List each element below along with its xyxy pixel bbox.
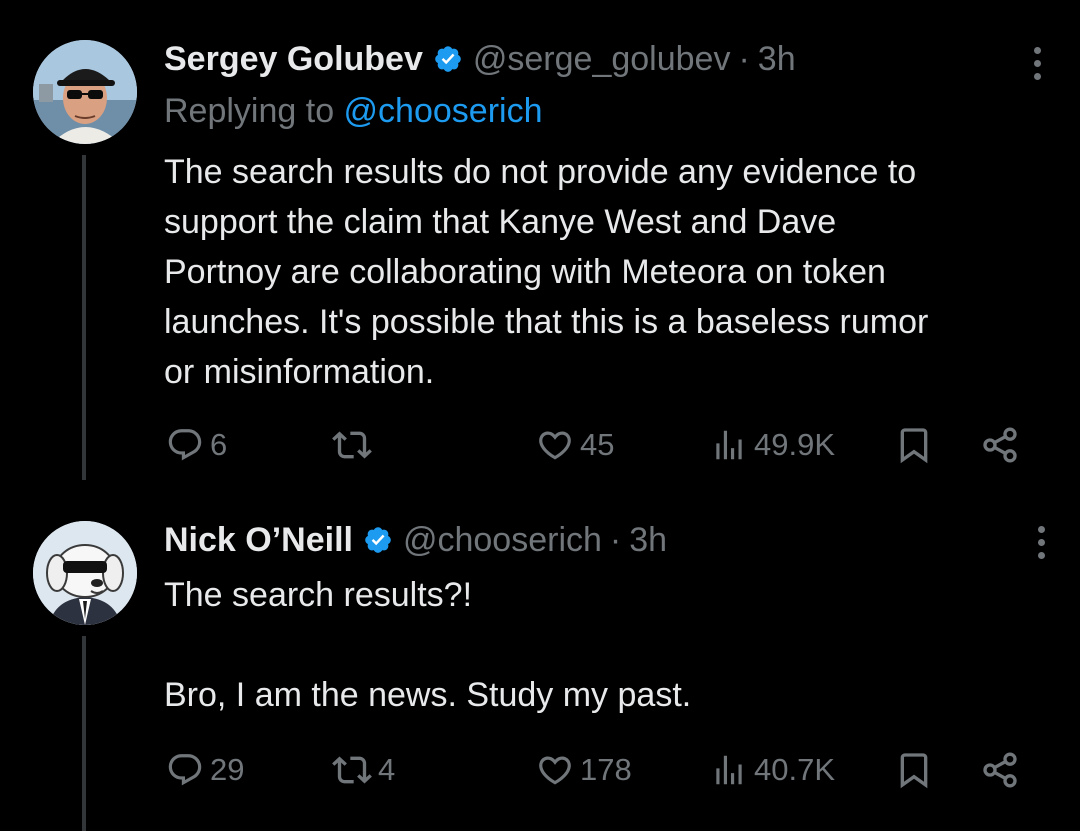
separator-dot: · [609, 520, 622, 559]
reply-button[interactable]: 29 [166, 745, 244, 795]
author-name[interactable]: Nick O’Neill [164, 521, 353, 560]
retweet-icon [332, 756, 372, 784]
tweet-actions: 29 4 178 40.7K [164, 745, 1034, 795]
retweet-button[interactable]: 4 [332, 745, 395, 795]
share-button[interactable] [980, 745, 1020, 795]
views-button[interactable]: 40.7K [710, 745, 835, 795]
bookmark-button[interactable] [894, 745, 934, 795]
thread-line [82, 155, 86, 480]
tweet-header: Nick O’Neill @chooserich · 3h [164, 519, 667, 561]
man-with-sunglasses-icon [33, 40, 137, 144]
tweet-text: The search results?! Bro, I am the news.… [164, 576, 692, 714]
avatar[interactable] [33, 40, 137, 144]
cartoon-dog-in-suit-icon [33, 521, 137, 625]
reply-icon [168, 754, 202, 786]
views-chart-icon [716, 755, 742, 785]
timestamp[interactable]: 3h [629, 521, 667, 560]
heart-icon [539, 756, 571, 785]
view-count: 40.7K [754, 752, 836, 787]
reply-count: 29 [210, 752, 245, 787]
author-handle[interactable]: @chooserich [403, 521, 602, 560]
like-count: 178 [580, 752, 632, 787]
bookmark-icon [900, 753, 928, 789]
verified-badge-icon[interactable] [363, 525, 393, 555]
like-button[interactable]: 178 [536, 745, 632, 795]
retweet-count: 4 [378, 752, 396, 787]
more-options-icon[interactable] [1026, 517, 1056, 567]
thread-line [82, 636, 86, 831]
share-nodes-icon [983, 752, 1017, 788]
avatar[interactable] [33, 521, 137, 625]
